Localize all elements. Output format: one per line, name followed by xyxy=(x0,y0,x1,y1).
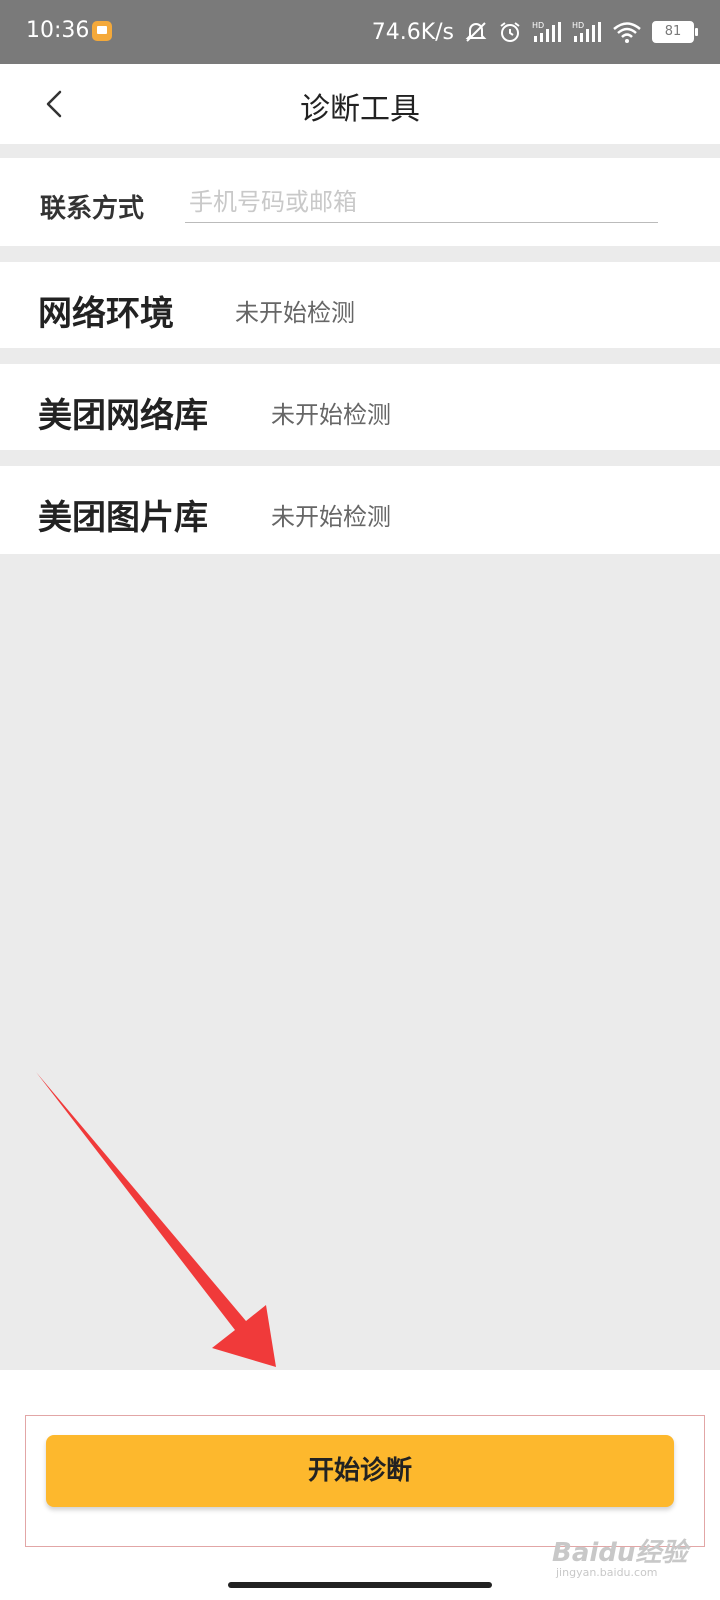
check-row-network-lib: 美团网络库 未开始检测 xyxy=(0,364,720,450)
check-row-image-lib: 美团图片库 未开始检测 xyxy=(0,466,720,554)
arrow-shape xyxy=(36,1072,276,1367)
watermark-logo: Baidu经验 xyxy=(552,1532,687,1569)
status-icons: 74.6K/s HD HD 81 xyxy=(371,18,698,46)
contact-row: 联系方式 xyxy=(0,158,720,246)
home-indicator[interactable] xyxy=(228,1582,492,1588)
watermark-brand: Baidu经验 xyxy=(552,1538,688,1568)
battery-icon: 81 xyxy=(652,21,698,43)
page-title: 诊断工具 xyxy=(300,92,420,127)
wifi-icon xyxy=(613,22,641,43)
contact-label: 联系方式 xyxy=(40,194,145,224)
check-status: 未开始检测 xyxy=(271,503,391,531)
svg-text:HD: HD xyxy=(532,21,544,30)
app-header: 诊断工具 xyxy=(0,64,720,144)
check-label: 美团图片库 xyxy=(38,498,208,538)
check-label: 网络环境 xyxy=(38,294,174,334)
notification-app-icon xyxy=(92,21,112,41)
check-label: 美团网络库 xyxy=(38,396,208,436)
alarm-icon xyxy=(500,22,520,42)
svg-text:HD: HD xyxy=(572,21,584,30)
contact-input[interactable] xyxy=(185,182,658,223)
status-bar: 10:36 74.6K/s HD HD 81 xyxy=(0,0,720,64)
bell-muted-icon xyxy=(465,22,487,42)
start-diagnosis-button[interactable]: 开始诊断 xyxy=(46,1435,674,1507)
signal-1-icon: HD xyxy=(532,21,561,42)
signal-2-icon: HD xyxy=(572,21,601,42)
status-time: 10:36 xyxy=(26,18,90,43)
network-speed: 74.6K/s xyxy=(371,19,454,45)
watermark-url: jingyan.baidu.com xyxy=(556,1566,658,1579)
check-status: 未开始检测 xyxy=(271,401,391,429)
check-row-network: 网络环境 未开始检测 xyxy=(0,262,720,348)
check-status: 未开始检测 xyxy=(235,299,355,327)
